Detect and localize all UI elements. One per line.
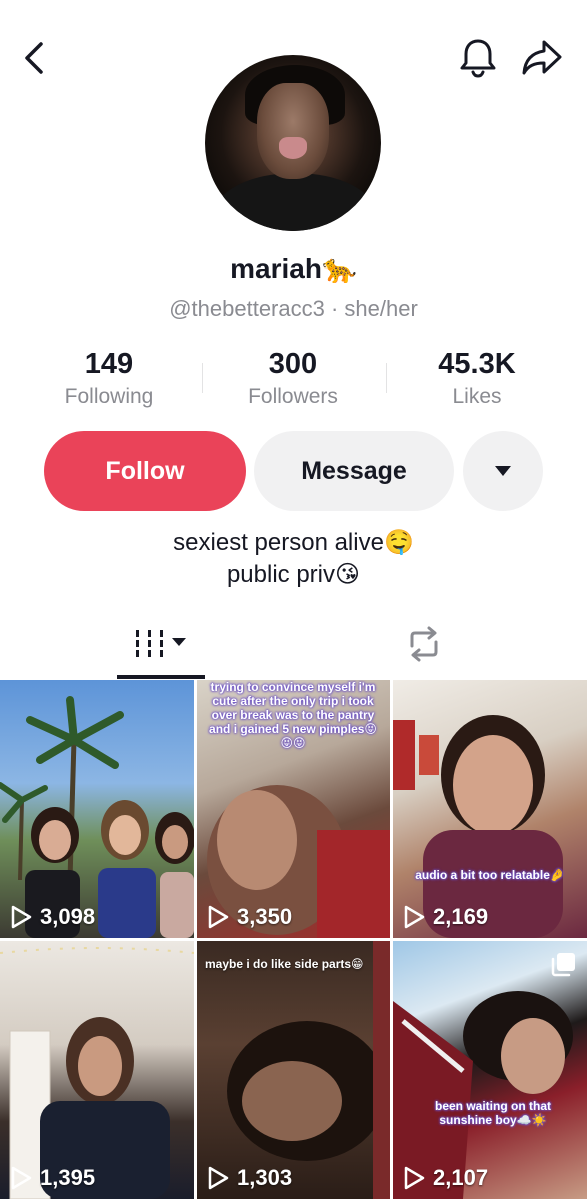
view-count: 2,107 [403, 1165, 488, 1191]
video-thumbnail[interactable]: trying to convince myself i'm cute after… [197, 680, 390, 938]
play-icon [11, 1166, 32, 1190]
tab-reposts[interactable] [380, 610, 468, 678]
grid-columns-icon [136, 630, 186, 657]
portrait-graphic [393, 715, 563, 938]
caret-down-icon [495, 466, 511, 476]
avatar-hoodie [215, 173, 375, 231]
video-thumbnail[interactable]: been waiting on that sunshine boy☁️☀️ 2,… [393, 941, 587, 1199]
video-caption: maybe i do like side parts😁 [205, 957, 364, 971]
repost-icon [410, 626, 438, 662]
play-icon [208, 1166, 229, 1190]
view-count: 3,098 [10, 904, 95, 930]
profile-tabs [0, 610, 587, 680]
chevron-left-icon [25, 42, 43, 74]
stat-followers[interactable]: 300 Followers [203, 345, 383, 411]
profile-stats: 149 Following 300 Followers 45.3K Likes [0, 345, 587, 415]
avatar-face [257, 83, 329, 179]
view-count-label: 2,169 [433, 904, 489, 929]
stat-label: Following [64, 385, 154, 408]
video-caption: been waiting on that sunshine boy☁️☀️ [435, 1099, 551, 1127]
stat-following[interactable]: 149 Following [19, 345, 199, 411]
stat-value: 300 [268, 348, 318, 380]
active-tab-indicator [117, 675, 205, 679]
share-arrow-icon [522, 40, 562, 75]
share-button[interactable] [518, 36, 566, 80]
stat-value: 45.3K [438, 348, 516, 380]
notifications-button[interactable] [456, 36, 500, 80]
play-icon [208, 905, 229, 929]
palm-trees-graphic [0, 696, 194, 938]
side-part-graphic [227, 941, 390, 1199]
follow-button[interactable]: Follow [44, 431, 246, 511]
view-count: 2,169 [403, 904, 488, 930]
video-thumbnail[interactable]: audio a bit too relatable🤌 2,169 [393, 680, 587, 938]
back-button[interactable] [14, 38, 54, 78]
video-thumbnail[interactable]: maybe i do like side parts😁 1,303 [197, 941, 390, 1199]
message-button[interactable]: Message [254, 431, 454, 511]
play-icon [11, 905, 32, 929]
bio-line: public priv😘 [226, 561, 361, 588]
play-icon [404, 905, 425, 929]
view-count-label: 1,395 [40, 1165, 96, 1190]
view-count-label: 3,098 [40, 904, 96, 929]
view-count-label: 2,107 [433, 1165, 489, 1190]
more-options-button[interactable] [463, 431, 543, 511]
view-count-label: 1,303 [237, 1165, 293, 1190]
video-thumbnail[interactable]: 1,395 [0, 941, 194, 1199]
video-caption: audio a bit too relatable🤌 [415, 868, 565, 882]
stat-likes[interactable]: 45.3K Likes [387, 345, 567, 411]
stat-label: Likes [452, 385, 502, 408]
stat-label: Followers [248, 385, 338, 408]
photo-mode-icon [551, 953, 575, 977]
tab-videos[interactable] [117, 610, 205, 678]
avatar[interactable] [205, 55, 381, 231]
avatar-mouth [279, 137, 307, 159]
view-count: 3,350 [207, 904, 292, 930]
view-count: 1,303 [207, 1165, 292, 1191]
profile-username: mariah🐆 [230, 253, 357, 284]
profile-handle: @thebetteracc3 · she/her [169, 296, 418, 321]
bio-line: sexiest person alive🤤 [173, 529, 414, 556]
standing-person-graphic [0, 947, 194, 1199]
cheerleader-graphic [393, 991, 573, 1199]
profile-bio: sexiest person alive🤤 public priv😘 [0, 527, 587, 591]
view-count: 1,395 [10, 1165, 95, 1191]
play-icon [404, 1166, 425, 1190]
bell-icon [460, 39, 496, 78]
stat-value: 149 [84, 348, 134, 380]
video-caption: trying to convince myself i'm cute after… [209, 680, 377, 750]
video-thumbnail[interactable]: 3,098 [0, 680, 194, 938]
video-grid: 3,098 trying to convince myself i'm cute… [0, 680, 587, 1199]
view-count-label: 3,350 [237, 904, 293, 929]
